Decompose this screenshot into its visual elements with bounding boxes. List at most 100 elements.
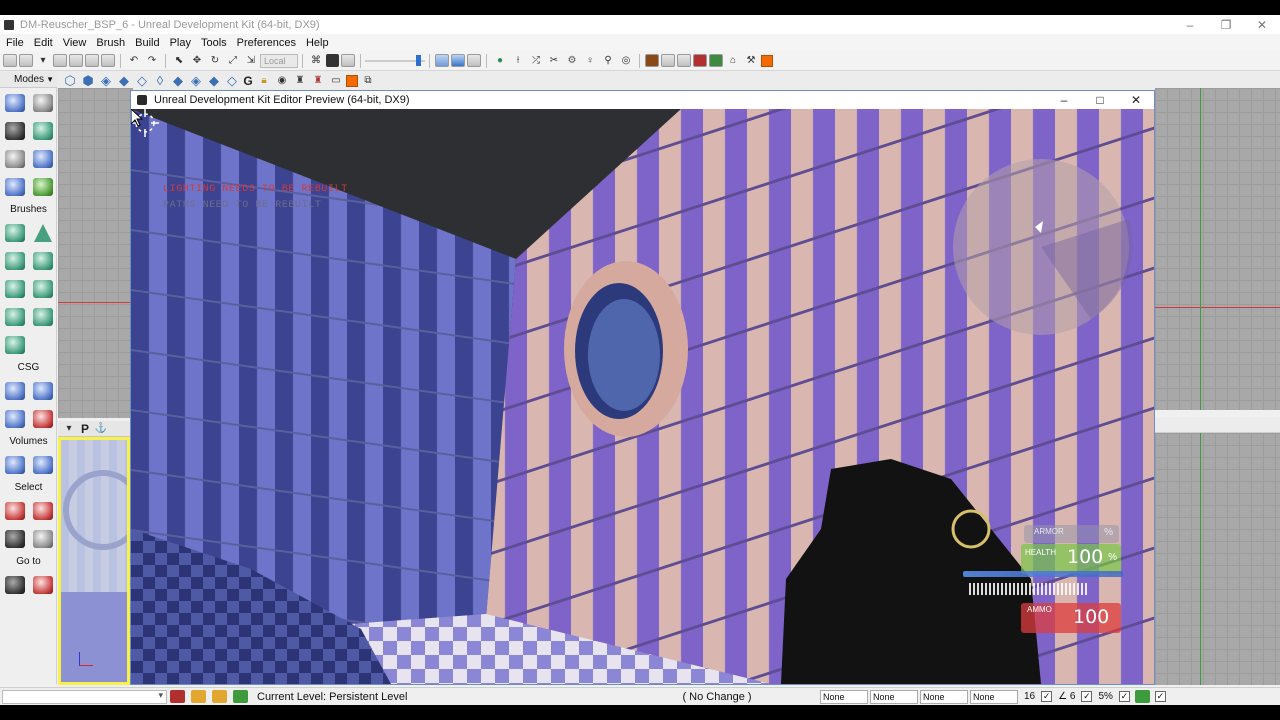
light-complexity-icon[interactable]: ◆ — [170, 73, 186, 88]
binoculars-icon[interactable]: ⌘ — [308, 54, 324, 68]
terrain-mode-button[interactable] — [2, 119, 27, 143]
viewport-options-icon[interactable]: ▾ — [61, 422, 77, 436]
open-map-icon[interactable] — [19, 54, 33, 67]
play-on-console-icon[interactable] — [709, 54, 723, 67]
content-browser-icon[interactable] — [451, 54, 465, 67]
scale-mode-icon[interactable]: ⤢ — [225, 54, 241, 68]
preview-close-button[interactable]: ✕ — [1118, 93, 1154, 107]
goto-builder-brush-button[interactable] — [30, 573, 55, 597]
search-actor-icon[interactable] — [326, 54, 339, 67]
add-volume-button[interactable] — [2, 453, 27, 477]
slider-thumb[interactable] — [416, 54, 421, 66]
tools-icon[interactable]: ✂ — [546, 54, 562, 68]
landscape-mode-button[interactable] — [2, 175, 27, 199]
undo-icon[interactable]: ↶ — [126, 54, 142, 68]
menu-file[interactable]: File — [6, 37, 24, 49]
detail-lighting-icon[interactable]: ◇ — [134, 73, 150, 88]
new-map-icon[interactable] — [3, 54, 17, 67]
menu-edit[interactable]: Edit — [34, 37, 53, 49]
snap-icon[interactable]: ⚓ — [93, 422, 109, 436]
matinee-icon[interactable] — [661, 54, 675, 67]
game-view-button[interactable]: G — [241, 74, 255, 88]
build-geometry-icon[interactable]: ◎ — [618, 54, 634, 68]
status-box-2[interactable]: None — [870, 689, 918, 704]
realtime-checkbox[interactable]: ✓ — [1154, 691, 1166, 702]
build-all-icon[interactable]: ⚙ — [564, 54, 580, 68]
rotate-mode-icon[interactable]: ↻ — [207, 54, 223, 68]
redo-icon[interactable]: ↷ — [144, 54, 160, 68]
goto-actor-button[interactable] — [2, 573, 27, 597]
curved-stair-brush-button[interactable] — [2, 249, 27, 273]
level-browser-icon[interactable] — [212, 690, 227, 703]
linear-stair-brush-button[interactable] — [2, 277, 27, 301]
minimize-button[interactable]: – — [1172, 18, 1208, 32]
builder-icon[interactable]: ⚒ — [743, 54, 759, 68]
build-lighting-icon[interactable]: ♀ — [582, 54, 598, 68]
sphere-brush-button[interactable] — [30, 305, 55, 329]
level-icon[interactable] — [191, 690, 206, 703]
package-icon[interactable]: ⌂ — [725, 54, 741, 68]
actor-icon[interactable]: ♜ — [292, 74, 308, 88]
volumetric-brush-button[interactable] — [2, 333, 27, 357]
show-all-button[interactable] — [30, 527, 55, 551]
detach-icon[interactable]: ⧉ — [360, 74, 376, 88]
scale-snap-checkbox[interactable]: ✓ — [1118, 691, 1130, 702]
game-viewport[interactable]: LIGHTING NEEDS TO BE REBUILT PATHS NEED … — [131, 109, 1154, 684]
top-viewport[interactable] — [58, 88, 133, 418]
grid-snap-checkbox[interactable]: ✓ — [1041, 691, 1053, 702]
globe-icon[interactable]: ● — [492, 54, 508, 68]
coord-system-select[interactable]: Local — [260, 53, 298, 68]
favorites-icon[interactable] — [53, 54, 67, 67]
static-mesh-mode-button[interactable] — [30, 147, 55, 171]
preview-minimize-button[interactable]: – — [1046, 93, 1082, 107]
scene-manager-icon[interactable] — [467, 54, 481, 67]
side-viewport[interactable] — [1155, 88, 1280, 410]
lightmap-density-icon[interactable]: ◇ — [224, 73, 240, 88]
camera-mode-button[interactable] — [2, 91, 27, 115]
select-mode-icon[interactable]: ⬉ — [171, 54, 187, 68]
sheet-brush-button[interactable] — [30, 277, 55, 301]
status-box-4[interactable]: None — [970, 689, 1018, 704]
csg-intersect-button[interactable] — [2, 407, 27, 431]
menu-help[interactable]: Help — [306, 37, 329, 49]
status-box-1[interactable]: None — [820, 689, 868, 704]
menu-view[interactable]: View — [63, 37, 87, 49]
frame-icon[interactable]: ▭ — [328, 74, 344, 88]
csg-add-button[interactable] — [2, 379, 27, 403]
save-icon[interactable] — [69, 54, 83, 67]
play-in-editor-icon[interactable] — [693, 54, 707, 67]
mesh-paint-mode-button[interactable] — [2, 147, 27, 171]
clipboard-icon[interactable] — [341, 54, 355, 67]
close-button[interactable]: ✕ — [1244, 18, 1280, 32]
front-viewport[interactable] — [1155, 433, 1280, 685]
translate-mode-icon[interactable]: ✥ — [189, 54, 205, 68]
brush-wireframe-icon[interactable]: ⬢ — [80, 73, 96, 88]
world-properties-icon[interactable] — [435, 54, 449, 67]
menu-build[interactable]: Build — [135, 37, 159, 49]
shader-complexity-icon[interactable]: ◆ — [206, 73, 222, 88]
perspective-viewport-view[interactable] — [58, 437, 130, 685]
grid-size-label[interactable]: 16 — [1024, 691, 1035, 702]
rotation-snap-checkbox[interactable]: ✓ — [1081, 691, 1093, 702]
foliage-mode-button[interactable] — [30, 175, 55, 199]
menu-brush[interactable]: Brush — [96, 37, 125, 49]
autosave-icon[interactable] — [1134, 690, 1150, 703]
level-check-icon[interactable] — [233, 690, 248, 703]
volume-icon[interactable]: ♜ — [310, 74, 326, 88]
kismet-icon[interactable] — [645, 54, 659, 67]
command-input[interactable] — [2, 689, 167, 704]
pin-icon[interactable]: ⍿ — [510, 54, 526, 68]
select-inverse-button[interactable] — [2, 527, 27, 551]
csg-deintersect-button[interactable] — [30, 407, 55, 431]
spiral-stair-brush-button[interactable] — [2, 305, 27, 329]
eye-icon[interactable]: ◉ — [274, 74, 290, 88]
texture-align-mode-button[interactable] — [30, 119, 55, 143]
unlit-icon[interactable]: ◈ — [98, 73, 114, 88]
status-box-3[interactable]: None — [920, 689, 968, 704]
cylinder-brush-button[interactable] — [30, 249, 55, 273]
lock-icon[interactable]: 🔒︎ — [256, 74, 272, 88]
scale-snap-label[interactable]: 5% — [1098, 691, 1112, 702]
geometry-mode-button[interactable] — [30, 91, 55, 115]
drag-grid-icon[interactable] — [170, 690, 185, 703]
show-selected-button[interactable] — [2, 499, 27, 523]
